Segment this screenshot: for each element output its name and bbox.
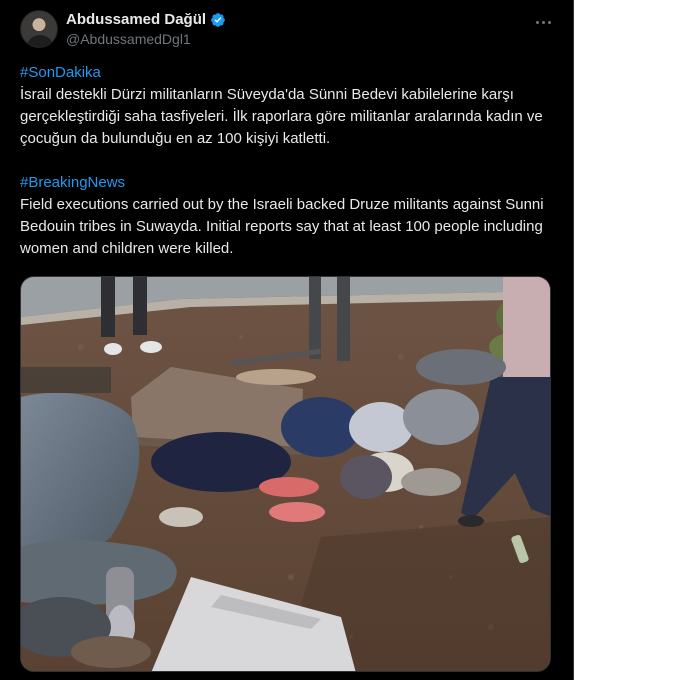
more-options-icon[interactable] xyxy=(530,12,556,32)
tweet-card: Abdussamed Dağül @AbdussamedDgl1 #SonDak… xyxy=(0,0,574,680)
tweet-text-turkish: İsrail destekli Dürzi militanların Süvey… xyxy=(20,86,543,147)
tweet-photo[interactable] xyxy=(20,276,551,672)
author-display-name[interactable]: Abdussamed Dağül xyxy=(66,11,206,28)
tweet-text: #SonDakika İsrail destekli Dürzi militan… xyxy=(20,62,556,260)
photo-scene xyxy=(21,277,550,671)
hashtag-breakingnews[interactable]: #BreakingNews xyxy=(20,172,556,194)
hashtag-sondakika[interactable]: #SonDakika xyxy=(20,62,556,84)
tweet-header: Abdussamed Dağül @AbdussamedDgl1 xyxy=(20,10,556,50)
author-handle[interactable]: @AbdussamedDgl1 xyxy=(66,31,191,47)
verified-badge-icon xyxy=(211,12,225,27)
author-name-row: Abdussamed Dağül xyxy=(66,11,226,28)
tweet-text-english: Field executions carried out by the Isra… xyxy=(20,196,544,257)
avatar[interactable] xyxy=(20,10,58,48)
